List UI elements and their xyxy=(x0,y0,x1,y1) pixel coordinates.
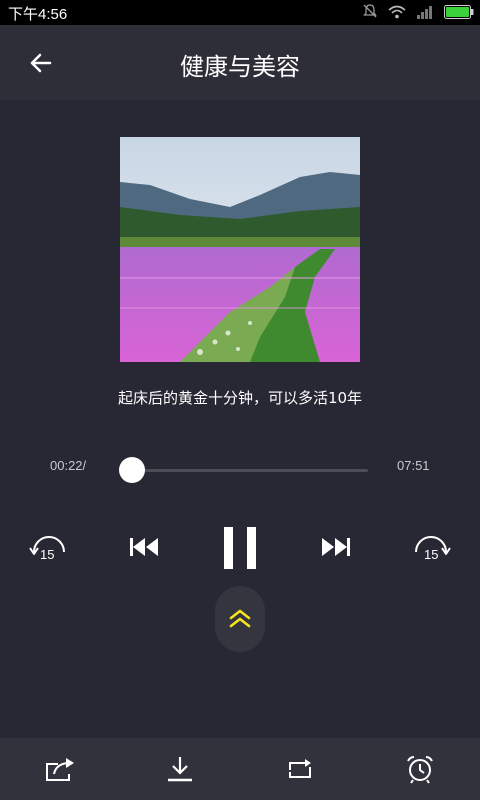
next-icon xyxy=(322,538,350,556)
page-title: 健康与美容 xyxy=(180,53,300,81)
previous-icon xyxy=(130,538,158,556)
status-bar: 下午4:56 xyxy=(0,0,480,25)
forward-15-button[interactable]: 15 xyxy=(408,530,456,570)
alarm-button[interactable] xyxy=(404,754,436,784)
repeat-icon xyxy=(289,759,311,778)
pause-icon xyxy=(224,527,256,569)
repeat-button[interactable] xyxy=(284,754,316,784)
album-cover xyxy=(120,137,360,362)
download-button[interactable] xyxy=(164,754,196,784)
battery-icon xyxy=(444,4,474,23)
current-time: 00:22/ xyxy=(50,458,87,473)
rewind-seconds: 15 xyxy=(40,547,55,562)
next-button[interactable] xyxy=(318,532,354,562)
forward-seconds: 15 xyxy=(424,547,439,562)
progress-thumb[interactable] xyxy=(118,457,145,483)
signal-icon xyxy=(416,4,434,23)
total-time: 07:51 xyxy=(397,458,430,473)
header: 健康与美容 xyxy=(0,25,480,100)
previous-button[interactable] xyxy=(126,532,162,562)
double-chevron-up-icon xyxy=(229,609,251,628)
progress-bar[interactable] xyxy=(118,457,368,483)
status-icons xyxy=(362,4,474,22)
mute-icon xyxy=(362,3,378,23)
player-panel: 起床后的黄金十分钟，可以多活10年 00:22/ 07:51 15 15 xyxy=(0,100,480,738)
wifi-icon xyxy=(388,4,406,23)
track-title: 起床后的黄金十分钟，可以多活10年 xyxy=(117,389,363,407)
pause-button[interactable] xyxy=(218,523,262,573)
bottom-toolbar xyxy=(0,738,480,800)
share-icon xyxy=(46,758,74,781)
rewind-15-button[interactable]: 15 xyxy=(24,530,72,570)
share-button[interactable] xyxy=(44,754,76,784)
alarm-icon xyxy=(407,756,433,784)
status-time: 下午4:56 xyxy=(8,6,68,23)
expand-button[interactable] xyxy=(215,586,265,652)
download-icon xyxy=(168,757,192,782)
